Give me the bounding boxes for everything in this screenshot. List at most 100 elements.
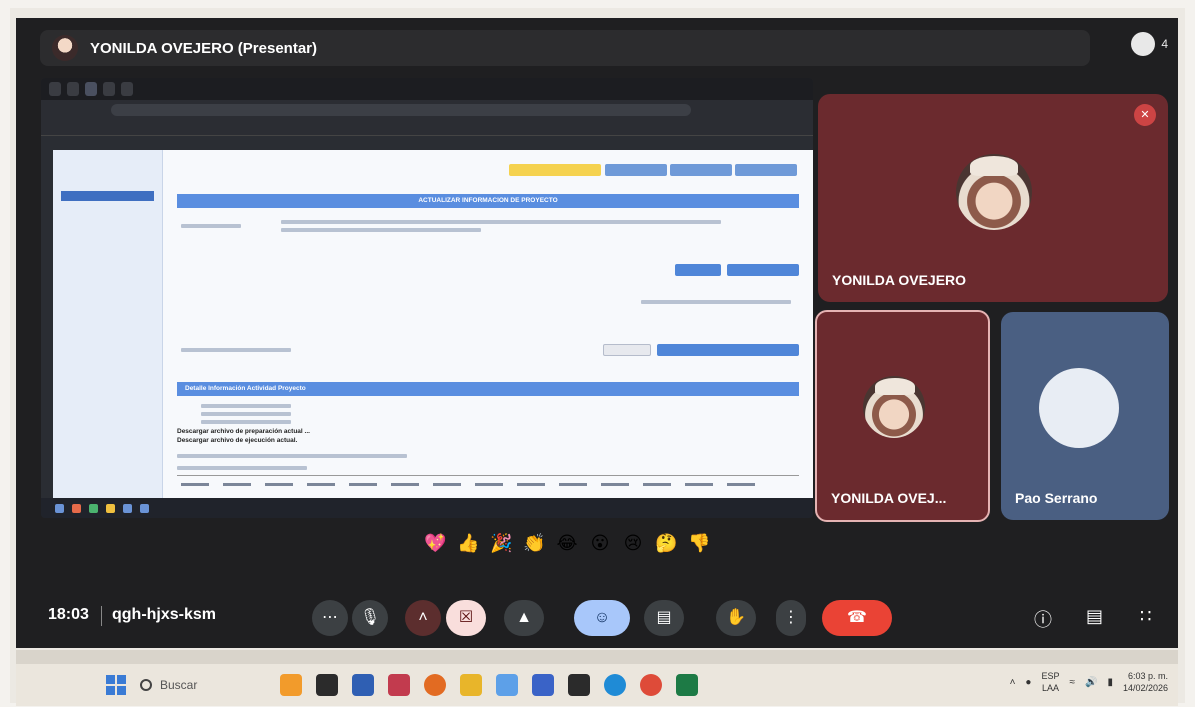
- language-indicator[interactable]: ESP LAA: [1041, 670, 1059, 694]
- mic-off-icon: ✕: [1134, 104, 1156, 126]
- browser-url: [111, 104, 691, 116]
- webpage-warning-button: [509, 164, 601, 176]
- background-window-strip: [16, 650, 1178, 664]
- divider: [101, 606, 102, 626]
- webpage-button: [657, 344, 799, 356]
- webpage-side-item: ​: [61, 208, 154, 214]
- captions-button[interactable]: ▤: [644, 600, 684, 636]
- taskbar-apps: [280, 674, 698, 696]
- people-indicator[interactable]: 4: [1131, 32, 1168, 56]
- reaction-surprised[interactable]: 😮: [589, 533, 611, 554]
- webpage-button: [603, 344, 651, 356]
- task-view-icon[interactable]: [316, 674, 338, 696]
- chevron-up-icon: ˄: [418, 609, 428, 626]
- participant-tile[interactable]: ✕ YONILDA OVEJERO: [818, 94, 1168, 302]
- reaction-thumbs-up[interactable]: 👍: [457, 533, 479, 554]
- reaction-thinking[interactable]: 🤔: [655, 533, 677, 554]
- browser-tab: ​: [103, 82, 115, 96]
- app-icon[interactable]: [496, 674, 518, 696]
- top-bar: YONILDA OVEJERO (Presentar) 4: [16, 18, 1178, 78]
- webpage-text: [641, 300, 791, 304]
- info-icon[interactable]: ⓘ: [1034, 606, 1052, 632]
- webpage-banner: ACTUALIZAR INFORMACION DE PROYECTO: [177, 194, 799, 208]
- apps-grid-icon[interactable]: ∷: [1140, 606, 1151, 627]
- hand-icon: ✋: [726, 609, 746, 626]
- leave-call-button[interactable]: ☎: [822, 600, 892, 636]
- captions-icon: ▤: [656, 609, 672, 626]
- shared-screen: ​ ​ ​ ​ ​ ​ ​ ​ ​ ​: [41, 78, 813, 518]
- opera-icon[interactable]: [424, 674, 446, 696]
- widgets-icon[interactable]: [280, 674, 302, 696]
- reaction-clap[interactable]: 👏: [523, 533, 545, 554]
- app-icon[interactable]: [532, 674, 554, 696]
- system-tray: ˄ ● ESP LAA ≈ 🔊 ▮ 6:03 p. m. 14/02/2026: [1010, 670, 1168, 694]
- cap-shape: [875, 378, 915, 395]
- battery-icon[interactable]: ▮: [1107, 677, 1113, 688]
- excel-icon[interactable]: [676, 674, 698, 696]
- webpage-text: [177, 466, 307, 470]
- reactions-button[interactable]: ☺: [574, 600, 630, 636]
- language-layout: LAA: [1041, 683, 1059, 693]
- reaction-sad[interactable]: 😢: [622, 533, 644, 554]
- webpage-top-buttons: [605, 164, 797, 176]
- webpage-text: [177, 454, 407, 458]
- presenter-label: YONILDA OVEJERO (Presentar): [90, 39, 317, 57]
- browser-tab: ​: [121, 82, 133, 96]
- chrome-icon[interactable]: [640, 674, 662, 696]
- wifi-icon[interactable]: ≈: [1069, 677, 1075, 688]
- more-options-button[interactable]: ⋮: [776, 600, 806, 636]
- chat-icon[interactable]: ▤: [1086, 606, 1103, 627]
- taskbar-search[interactable]: Buscar: [140, 678, 250, 692]
- webpage-download-prep: Descargar archivo de preparación actual …: [177, 428, 310, 435]
- camera-off-icon: ☒: [458, 609, 474, 626]
- edge-icon[interactable]: [604, 674, 626, 696]
- datetime[interactable]: 6:03 p. m. 14/02/2026: [1123, 670, 1168, 694]
- bottom-bar: 18:03 qgh-hjxs-ksm ⋯ 🎙 ˄ ☒ ▲ ☺ ▤ ✋ ⋮ ☎ ⓘ…: [16, 588, 1178, 648]
- windows-taskbar: Buscar ˄ ● ESP LAA ≈ 🔊 ▮ 6:03 p. m. 14/0…: [16, 664, 1178, 706]
- webpage-text: [201, 420, 291, 424]
- network-icon[interactable]: ●: [1025, 677, 1031, 688]
- app-icon[interactable]: [352, 674, 374, 696]
- reaction-party[interactable]: 🎉: [490, 533, 512, 554]
- raise-hand-button[interactable]: ✋: [716, 600, 756, 636]
- reaction-thumbs-down[interactable]: 👎: [688, 533, 710, 554]
- shared-webpage: ​ ​ ​ ​ ACTUALIZAR INFORMACION DE PROYEC…: [53, 150, 813, 498]
- phone-hangup-icon: ☎: [847, 609, 867, 626]
- browser-tab: ​: [67, 82, 79, 96]
- people-icon: [1131, 32, 1156, 56]
- webpage-side-item: ​: [61, 165, 154, 171]
- video-options-button[interactable]: ˄: [405, 600, 441, 636]
- participant-name: Pao Serrano: [1015, 490, 1098, 506]
- webpage-button: [605, 164, 667, 176]
- participant-tile[interactable]: Pao Serrano: [1001, 312, 1169, 520]
- people-count: 4: [1161, 37, 1168, 51]
- webpage-button: [675, 264, 721, 276]
- webpage-button: [727, 264, 799, 276]
- webpage-text: [181, 224, 241, 228]
- windows-start-icon[interactable]: [106, 675, 126, 695]
- present-button[interactable]: ▲: [504, 600, 544, 636]
- presenter-avatar: [52, 35, 78, 61]
- volume-icon[interactable]: 🔊: [1085, 677, 1097, 688]
- reaction-heart[interactable]: 💖: [424, 533, 446, 554]
- reaction-laugh[interactable]: 😂: [556, 533, 578, 554]
- more-audio-button[interactable]: ⋯: [312, 600, 348, 636]
- search-placeholder: Buscar: [160, 678, 198, 692]
- participant-tile-self[interactable]: YONILDA OVEJ...: [815, 310, 990, 522]
- meeting-code: qgh-hjxs-ksm: [112, 606, 217, 623]
- camera-off-button[interactable]: ☒: [446, 600, 486, 636]
- app-icon[interactable]: [388, 674, 410, 696]
- app-icon[interactable]: [568, 674, 590, 696]
- mic-button[interactable]: 🎙: [352, 600, 388, 636]
- browser-tab: ​: [85, 82, 97, 96]
- meeting-clock: 18:03: [48, 606, 89, 623]
- smile-icon: ☺: [593, 609, 611, 626]
- more-vertical-icon: ⋮: [783, 609, 799, 626]
- webpage-text: [201, 412, 291, 416]
- browser-bookmarks: ​: [41, 120, 813, 136]
- presenter-banner: YONILDA OVEJERO (Presentar): [40, 30, 1090, 66]
- folder-icon[interactable]: [460, 674, 482, 696]
- webpage-main: ACTUALIZAR INFORMACION DE PROYECTO Detal…: [171, 150, 807, 498]
- chevron-up-icon[interactable]: ˄: [1010, 677, 1016, 688]
- cap-shape: [970, 156, 1018, 176]
